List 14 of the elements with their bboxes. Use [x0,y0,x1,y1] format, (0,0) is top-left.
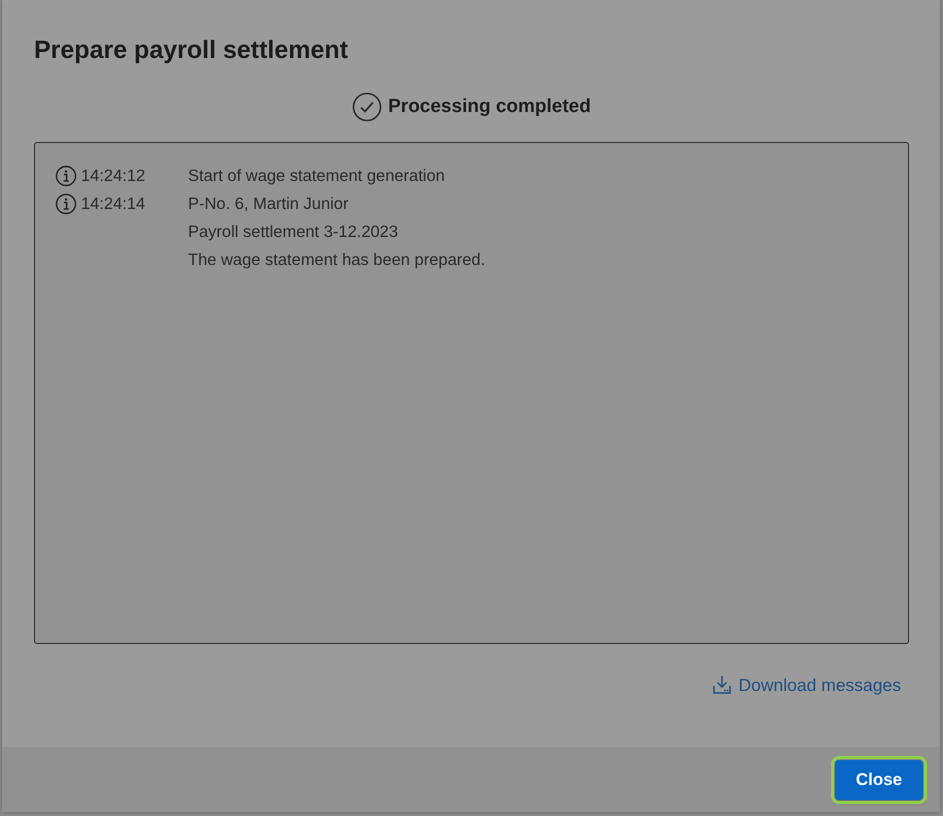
log-message: Payroll settlement 3-12.2023 [188,222,400,243]
log-message: The wage statement has been prepared. [188,250,486,271]
checkmark-icon [352,92,382,122]
log-message: Start of wage statement generation [188,166,445,187]
log-message: P-No. 6, Martin Junior [188,194,350,215]
log-time: 14:24:12 [81,166,146,187]
status-text: Processing completed [388,96,591,118]
download-icon [710,674,733,696]
dialog-title: Prepare payroll settlement [34,36,350,65]
download-link[interactable]: Download messages [710,674,901,696]
info-icon [55,193,77,215]
log-time: 14:24:14 [81,194,146,215]
close-button[interactable]: Close [835,760,923,800]
info-icon [55,165,77,187]
